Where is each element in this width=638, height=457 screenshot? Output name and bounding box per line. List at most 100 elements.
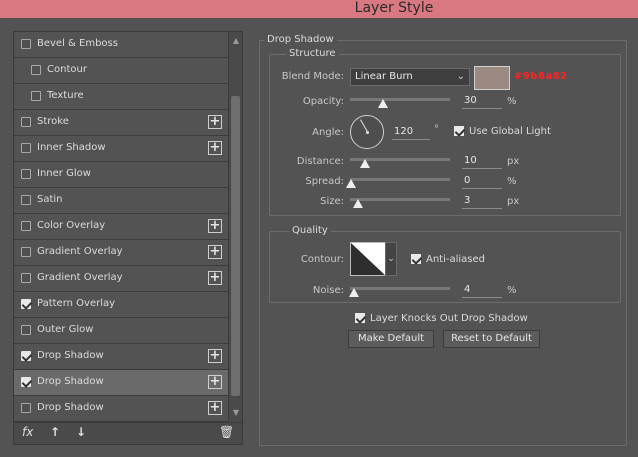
style-item-checkbox[interactable] <box>21 39 31 49</box>
style-item[interactable]: Contour <box>14 58 228 84</box>
blend-mode-value: Linear Burn <box>355 71 413 82</box>
spread-input[interactable]: 0 <box>462 175 502 189</box>
size-slider[interactable] <box>350 198 450 201</box>
make-default-button[interactable]: Make Default <box>348 330 434 348</box>
add-style-plus-icon[interactable]: + <box>208 375 222 389</box>
style-item-label: Gradient Overlay <box>37 272 123 283</box>
shadow-color-swatch[interactable] <box>474 66 510 90</box>
scroll-thumb[interactable] <box>231 96 240 396</box>
distance-slider-thumb[interactable] <box>360 159 370 168</box>
style-item-checkbox[interactable] <box>21 273 31 283</box>
style-item[interactable]: Texture <box>14 84 228 110</box>
noise-slider-thumb[interactable] <box>349 288 359 297</box>
style-item-label: Stroke <box>37 116 69 127</box>
knockout-label: Layer Knocks Out Drop Shadow <box>370 313 528 324</box>
contour-preview[interactable] <box>350 242 386 276</box>
style-item-label: Color Overlay <box>37 220 106 231</box>
use-global-light-checkbox[interactable] <box>454 126 464 136</box>
distance-label: Distance: <box>296 156 344 167</box>
style-item[interactable]: Pattern Overlay <box>14 292 228 318</box>
styles-scrollbar[interactable]: ▲ ▼ <box>228 32 242 422</box>
style-item-checkbox[interactable] <box>21 195 31 205</box>
add-style-plus-icon[interactable]: + <box>208 401 222 415</box>
style-item[interactable]: Bevel & Emboss <box>14 32 228 58</box>
size-input[interactable]: 3 <box>462 195 502 209</box>
style-item-label: Inner Shadow <box>37 142 106 153</box>
window-title: Layer Style <box>354 0 434 16</box>
opacity-slider[interactable] <box>350 98 450 101</box>
styles-panel: Bevel & Emboss Contour Texture Stroke + Inner… <box>13 31 243 445</box>
add-style-plus-icon[interactable]: + <box>208 245 222 259</box>
angle-dial[interactable] <box>350 115 384 149</box>
style-item-checkbox[interactable] <box>21 247 31 257</box>
add-style-plus-icon[interactable]: + <box>208 349 222 363</box>
style-item[interactable]: Inner Glow <box>14 162 228 188</box>
style-item-checkbox[interactable] <box>21 351 31 361</box>
style-item-checkbox[interactable] <box>21 117 31 127</box>
blend-mode-label: Blend Mode: <box>281 71 344 82</box>
blend-mode-select[interactable]: Linear Burn ⌄ <box>350 68 470 86</box>
style-item[interactable]: Drop Shadow + <box>14 396 228 422</box>
style-item-checkbox[interactable] <box>31 91 41 101</box>
style-item-label: Texture <box>47 90 84 101</box>
style-item-checkbox[interactable] <box>21 325 31 335</box>
style-item-label: Drop Shadow <box>37 376 104 387</box>
add-style-plus-icon[interactable]: + <box>208 115 222 129</box>
distance-input[interactable]: 10 <box>462 155 502 169</box>
contour-dropdown[interactable]: ⌄ <box>385 242 397 276</box>
spread-slider[interactable] <box>350 178 450 181</box>
style-item[interactable]: Outer Glow <box>14 318 228 344</box>
opacity-slider-thumb[interactable] <box>378 99 388 108</box>
style-item-label: Pattern Overlay <box>37 298 116 309</box>
style-item-label: Contour <box>47 64 87 75</box>
size-slider-thumb[interactable] <box>353 199 363 208</box>
title-bar: Layer Style <box>0 0 638 18</box>
style-item[interactable]: Satin <box>14 188 228 214</box>
style-item-checkbox[interactable] <box>21 169 31 179</box>
fx-icon[interactable]: fx <box>22 425 33 439</box>
drop-shadow-title: Drop Shadow <box>264 34 337 45</box>
add-style-plus-icon[interactable]: + <box>208 141 222 155</box>
chevron-down-icon: ⌄ <box>387 254 395 264</box>
style-item[interactable]: Drop Shadow + <box>14 370 228 396</box>
style-item[interactable]: Gradient Overlay + <box>14 266 228 292</box>
opacity-unit: % <box>507 96 517 107</box>
quality-title: Quality <box>289 225 331 236</box>
scroll-up-icon[interactable]: ▲ <box>231 36 241 46</box>
style-item-checkbox[interactable] <box>21 221 31 231</box>
distance-unit: px <box>507 156 520 167</box>
noise-slider[interactable] <box>350 287 450 290</box>
style-item-checkbox[interactable] <box>21 299 31 309</box>
style-item[interactable]: Inner Shadow + <box>14 136 228 162</box>
style-item[interactable]: Color Overlay + <box>14 214 228 240</box>
anti-aliased-checkbox[interactable] <box>411 254 421 264</box>
structure-title: Structure <box>286 48 339 59</box>
reset-default-button[interactable]: Reset to Default <box>443 330 540 348</box>
move-up-icon[interactable]: ↑ <box>50 425 60 439</box>
knockout-checkbox[interactable] <box>355 313 365 323</box>
spread-slider-thumb[interactable] <box>346 179 356 188</box>
style-item-checkbox[interactable] <box>21 403 31 413</box>
style-item-checkbox[interactable] <box>21 377 31 387</box>
move-down-icon[interactable]: ↓ <box>76 425 86 439</box>
style-item-checkbox[interactable] <box>31 65 41 75</box>
add-style-plus-icon[interactable]: + <box>208 219 222 233</box>
angle-label: Angle: <box>312 127 344 138</box>
style-item-label: Outer Glow <box>37 324 94 335</box>
trash-icon[interactable]: 🗑 <box>219 425 234 439</box>
contour-curve <box>351 243 385 275</box>
opacity-input[interactable]: 30 <box>462 95 502 109</box>
size-unit: px <box>507 196 520 207</box>
style-item[interactable]: Gradient Overlay + <box>14 240 228 266</box>
style-item-checkbox[interactable] <box>21 143 31 153</box>
opacity-label: Opacity: <box>302 96 344 107</box>
angle-input[interactable]: 120 <box>392 126 430 140</box>
scroll-down-icon[interactable]: ▼ <box>231 408 241 418</box>
style-item[interactable]: Stroke + <box>14 110 228 136</box>
style-item[interactable]: Drop Shadow + <box>14 344 228 370</box>
spread-label: Spread: <box>305 176 344 187</box>
noise-input[interactable]: 4 <box>462 284 502 298</box>
noise-label: Noise: <box>312 285 344 296</box>
use-global-light-label: Use Global Light <box>469 126 551 137</box>
add-style-plus-icon[interactable]: + <box>208 271 222 285</box>
